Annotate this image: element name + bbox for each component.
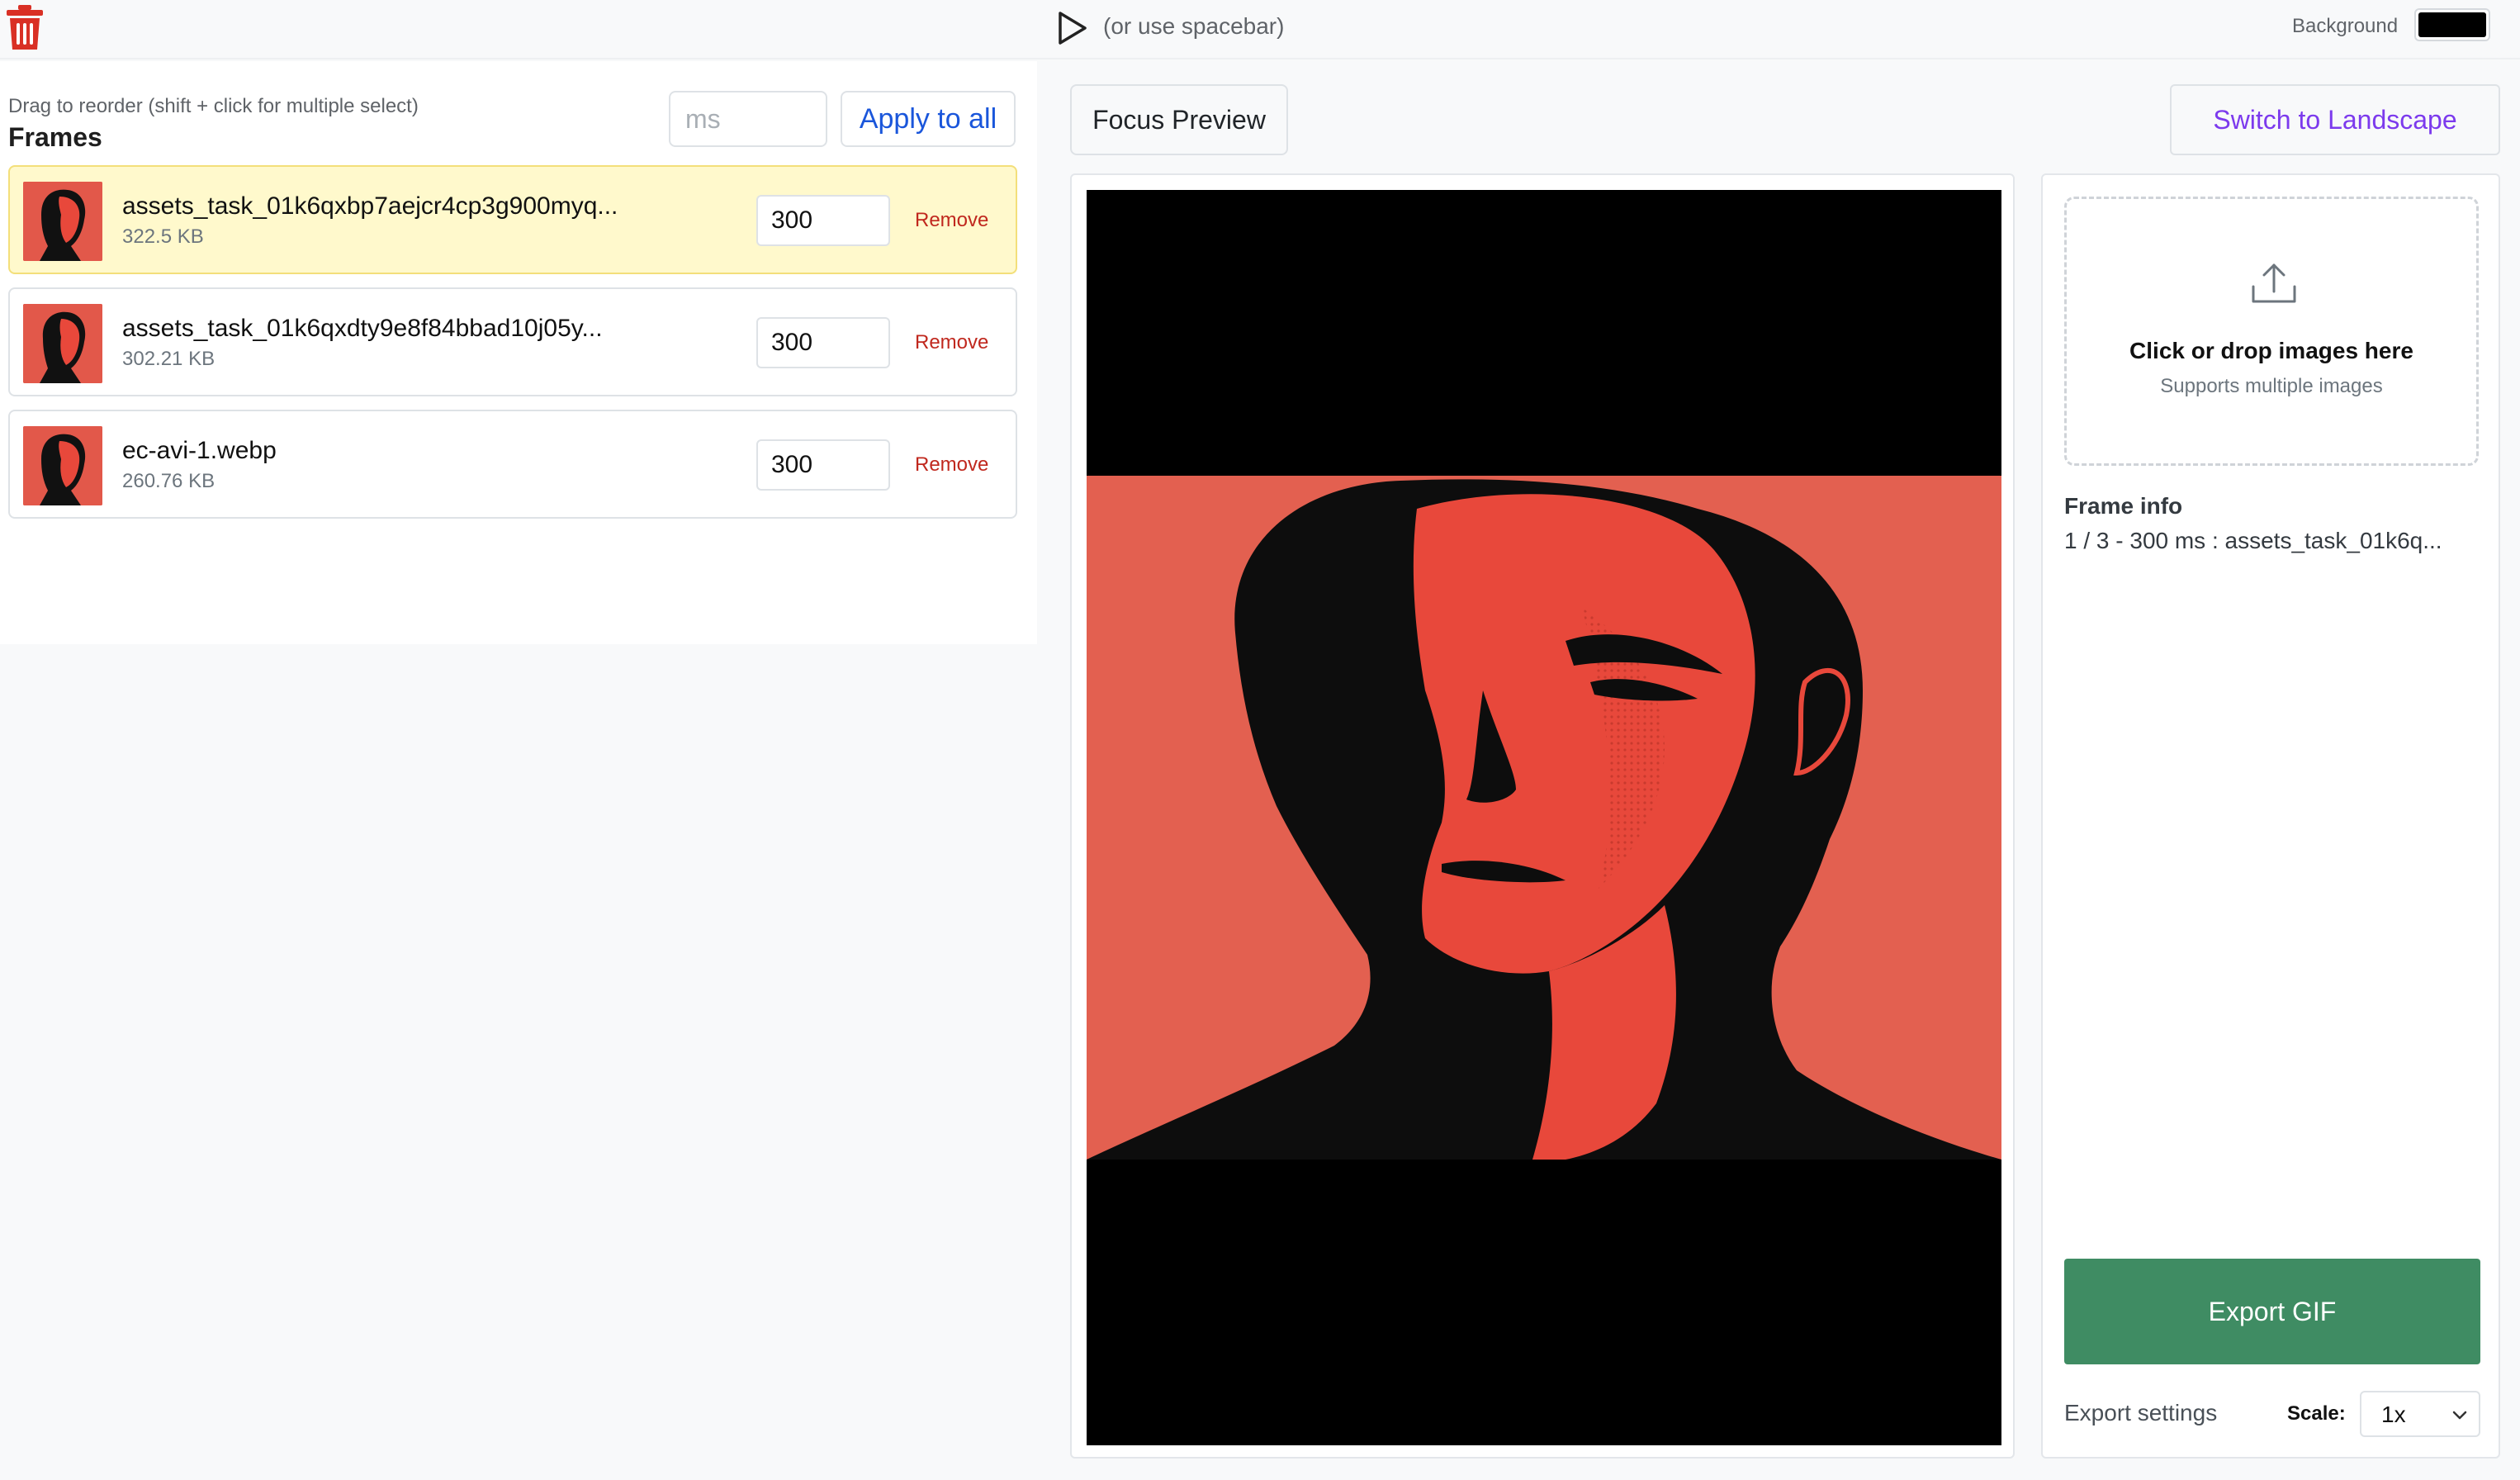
frame-filesize: 302.21 KB xyxy=(122,348,216,370)
frame-info-text: 1 / 3 - 300 ms : assets_task_01k6q... xyxy=(2064,528,2442,553)
frame-filesize: 260.76 KB xyxy=(122,470,216,492)
scale-select[interactable]: 1x xyxy=(2360,1391,2480,1437)
side-panel: Click or drop images here Supports multi… xyxy=(2041,173,2500,1459)
switch-orientation-button[interactable]: Switch to Landscape xyxy=(2170,84,2500,155)
frame-row[interactable]: assets_task_01k6qxdty9e8f84bbad10j05y...… xyxy=(8,287,1017,396)
trash-icon[interactable] xyxy=(5,3,45,51)
focus-preview-button[interactable]: Focus Preview xyxy=(1070,84,1288,155)
frame-duration-input[interactable] xyxy=(756,195,890,246)
frame-thumbnail xyxy=(23,182,102,261)
frame-filename: assets_task_01k6qxbp7aejcr4cp3g900myq... xyxy=(122,192,618,220)
remove-frame-button[interactable]: Remove xyxy=(915,330,988,355)
top-toolbar: (or use spacebar) Background xyxy=(0,0,2520,59)
background-color-picker[interactable] xyxy=(2414,8,2490,41)
image-dropzone[interactable]: Click or drop images here Supports multi… xyxy=(2064,197,2479,466)
preview-canvas xyxy=(1087,190,2001,1445)
frame-duration-input[interactable] xyxy=(756,439,890,491)
frame-filesize: 322.5 KB xyxy=(122,225,204,248)
play-icon[interactable] xyxy=(1054,10,1090,46)
preview-card xyxy=(1070,173,2015,1459)
background-color-swatch xyxy=(2418,12,2486,37)
reorder-hint: Drag to reorder (shift + click for multi… xyxy=(8,95,419,117)
frame-thumbnail xyxy=(23,426,102,505)
dropzone-subtitle: Supports multiple images xyxy=(2160,375,2383,397)
background-label: Background xyxy=(2292,15,2399,37)
apply-to-all-button[interactable]: Apply to all xyxy=(841,91,1016,147)
frame-filename: ec-avi-1.webp xyxy=(122,437,277,464)
play-shortcut-hint: (or use spacebar) xyxy=(1103,13,1285,39)
upload-icon xyxy=(2250,260,2298,306)
remove-frame-button[interactable]: Remove xyxy=(915,208,988,233)
frame-info-heading: Frame info xyxy=(2064,493,2183,519)
chevron-down-icon xyxy=(2451,1406,2469,1424)
frame-filename: assets_task_01k6qxdty9e8f84bbad10j05y... xyxy=(122,315,603,342)
frames-panel: Drag to reorder (shift + click for multi… xyxy=(0,61,1037,644)
remove-frame-button[interactable]: Remove xyxy=(915,453,988,477)
scale-label: Scale: xyxy=(2287,1402,2346,1425)
frame-thumbnail xyxy=(23,304,102,383)
frames-heading: Frames xyxy=(8,122,102,152)
frame-row[interactable]: ec-avi-1.webp 260.76 KB Remove xyxy=(8,410,1017,519)
export-settings-toggle[interactable]: Export settings xyxy=(2064,1399,2217,1427)
preview-image xyxy=(1087,476,2001,1160)
frame-row[interactable]: assets_task_01k6qxbp7aejcr4cp3g900myq...… xyxy=(8,165,1017,274)
export-gif-button[interactable]: Export GIF xyxy=(2064,1259,2480,1364)
dropzone-title: Click or drop images here xyxy=(2129,338,2413,363)
bulk-duration-input[interactable] xyxy=(669,91,827,147)
frame-duration-input[interactable] xyxy=(756,317,890,368)
scale-value: 1x xyxy=(2381,1402,2406,1427)
